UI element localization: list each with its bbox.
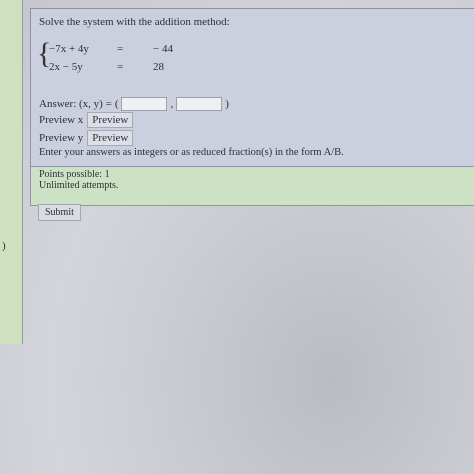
equation-1-rhs: − 44 <box>153 43 173 55</box>
question-prompt: Solve the system with the addition metho… <box>39 16 230 28</box>
left-panel: ) <box>0 0 23 344</box>
equation-2-op: = <box>117 61 124 73</box>
preview-y-row: Preview y Preview <box>39 130 134 146</box>
answer-comma: , <box>170 98 174 110</box>
answer-label: Answer: (x, y) = <box>39 98 112 110</box>
attempts-text: Unlimited attempts. <box>39 180 119 191</box>
equation-2-lhs: 2x − 5y <box>49 61 83 73</box>
answer-open-paren: ( <box>114 98 119 110</box>
equation-1-op: = <box>117 43 124 55</box>
equation-2-rhs: 28 <box>153 61 164 73</box>
instructions-text: Enter your answers as integers or as red… <box>39 147 344 158</box>
answer-close-paren: ) <box>225 98 229 110</box>
equation-2: 2x − 5y = 28 <box>49 61 164 73</box>
left-margin-text: ) <box>2 240 6 252</box>
answer-y-input[interactable] <box>176 97 223 111</box>
preview-y-button[interactable]: Preview <box>87 130 134 146</box>
submit-button[interactable]: Submit <box>38 204 81 221</box>
preview-x-button[interactable]: Preview <box>87 112 134 128</box>
preview-y-label: Preview y <box>39 132 84 144</box>
preview-x-row: Preview x Preview <box>39 112 134 128</box>
question-box: Solve the system with the addition metho… <box>30 8 474 168</box>
equation-1-lhs: −7x + 4y <box>49 43 89 55</box>
equation-1: −7x + 4y = − 44 <box>49 43 173 55</box>
points-box: Points possible: 1 Unlimited attempts. <box>30 166 474 206</box>
answer-x-input[interactable] <box>121 97 168 111</box>
answer-row: Answer: (x, y) = ( , ) <box>39 97 229 111</box>
points-possible: Points possible: 1 <box>39 169 110 180</box>
preview-x-label: Preview x <box>39 114 84 126</box>
